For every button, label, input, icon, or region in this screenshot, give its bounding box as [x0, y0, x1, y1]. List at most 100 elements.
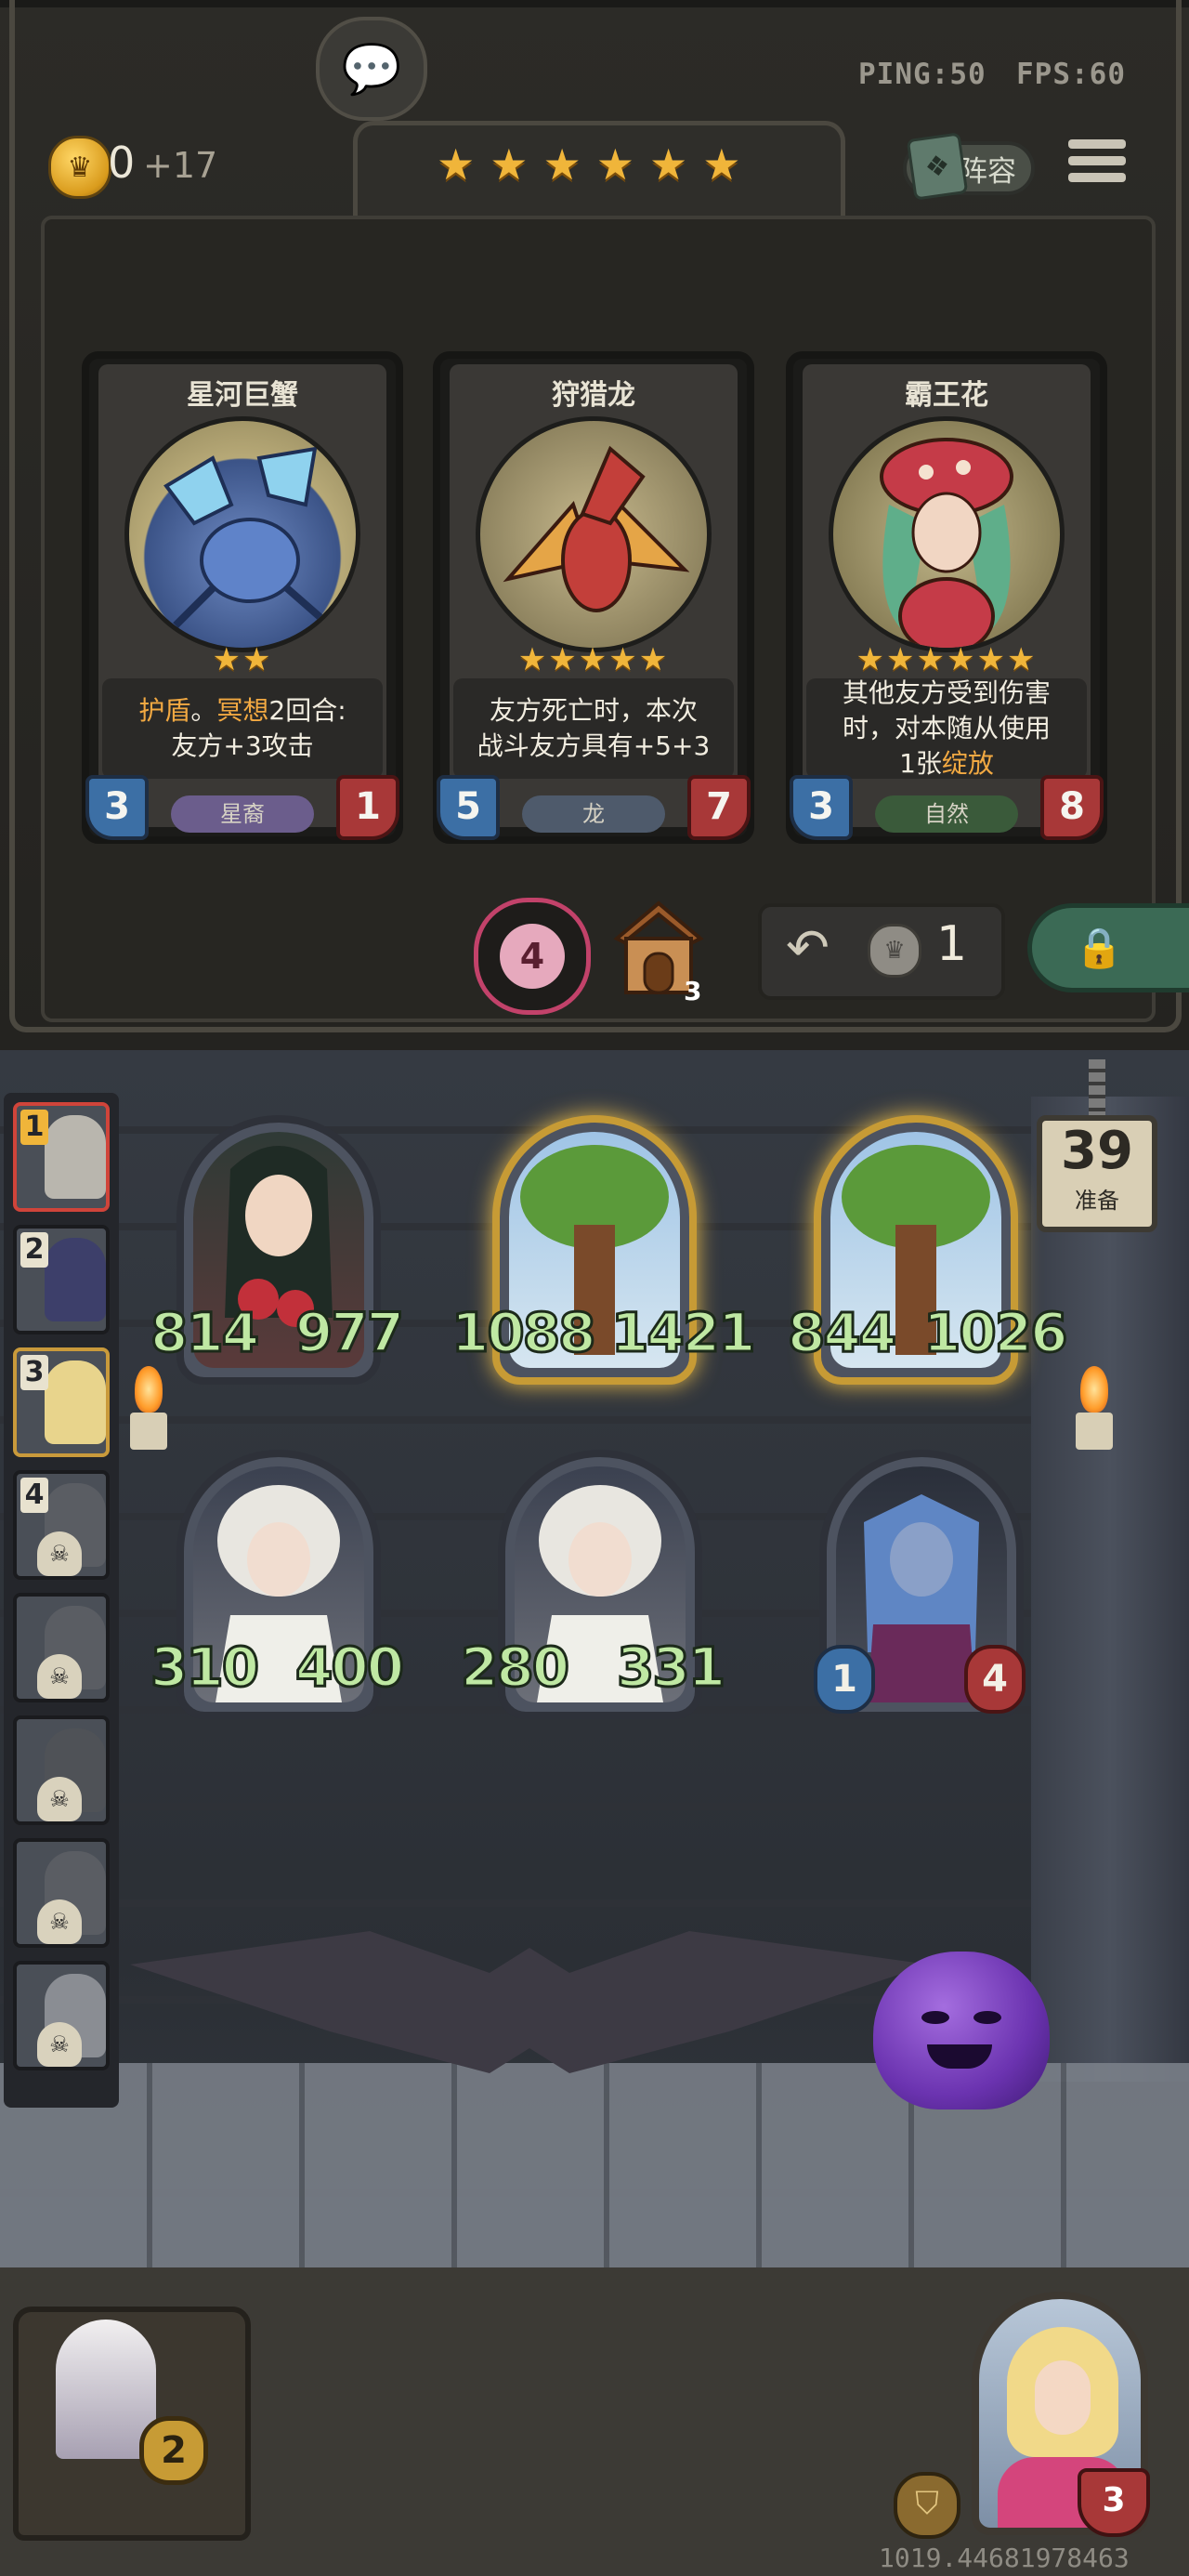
ability-line: 战斗友方具有+5+3	[453, 729, 734, 764]
player-slot[interactable]: 3	[13, 1347, 110, 1457]
player-slot[interactable]: ☠	[13, 1961, 110, 2070]
board-minion[interactable]: 1088 1421	[450, 1115, 757, 1385]
minion-attack: 1088	[450, 1300, 596, 1366]
lock-shop-button[interactable]: 🔒	[1027, 903, 1189, 992]
chat-button[interactable]: 💬	[316, 17, 427, 121]
crab-portrait	[124, 416, 360, 652]
card-ability-text: 友方死亡时，本次 战斗友方具有+5+3	[453, 678, 734, 779]
minion-attack: 310	[149, 1635, 260, 1701]
chat-bubble-icon: 💬	[341, 41, 402, 98]
spell-count: 2	[139, 2416, 208, 2485]
player-portrait	[45, 1115, 106, 1199]
card-name: 星河巨蟹	[187, 379, 298, 412]
shield-icon: ⛉	[915, 2485, 939, 2522]
ability-text: 时，对本随从使用	[842, 713, 1051, 743]
house-count: 3	[684, 976, 702, 1006]
tavern-upgrade-button[interactable]: 4	[474, 898, 591, 1015]
player-rank: 2	[20, 1232, 48, 1268]
ability-text: 友方+3攻击	[171, 730, 314, 761]
card-power: 8	[1040, 775, 1104, 840]
minion-health: 331	[615, 1635, 726, 1701]
ability-keyword: 绽放	[941, 748, 994, 779]
ready-timer: 39 准备	[1037, 1115, 1157, 1232]
gold-income: +17	[143, 145, 218, 186]
skull-icon: ☠	[37, 2022, 82, 2067]
stone-pillar	[1031, 1097, 1189, 2082]
card-tribe: 自然	[875, 795, 1018, 833]
card-power: 1	[336, 775, 399, 840]
hero-power-button[interactable]: ⛉	[894, 2472, 960, 2539]
player-slot[interactable]: ☠	[13, 1838, 110, 1948]
crab-art	[163, 446, 327, 628]
card-stars: ★★★★★	[517, 641, 670, 678]
board-minion[interactable]: 280 331	[459, 1450, 727, 1719]
card-tribe: 星裔	[171, 795, 314, 833]
tavern-star-icon: ★	[490, 139, 529, 190]
player-slot[interactable]: ☠	[13, 1715, 110, 1825]
tavern-star-icon: ★	[702, 139, 741, 190]
menu-icon-bar	[1068, 139, 1126, 149]
ability-text: 其他友方受到伤害	[842, 677, 1051, 708]
ability-text: 战斗友方具有+5+3	[477, 730, 711, 761]
ability-line: 友方死亡时，本次	[453, 693, 734, 729]
board-minion[interactable]: 814 977	[149, 1115, 406, 1385]
ability-text: 2回合:	[268, 695, 346, 726]
board-minion[interactable]: 310 400	[149, 1450, 406, 1719]
menu-icon-bar	[1068, 156, 1126, 165]
slime-pet[interactable]	[873, 1952, 1050, 2109]
ability-line: 其他友方受到伤害	[806, 676, 1087, 711]
minion-attack: 280	[459, 1635, 570, 1701]
coin-icon: ♛	[868, 924, 921, 978]
torch	[121, 1366, 176, 1450]
menu-icon-bar	[1068, 173, 1126, 182]
ability-line: 友方+3攻击	[102, 729, 383, 764]
card-stars: ★★	[212, 641, 273, 678]
ping-readout: PING:50	[858, 58, 986, 91]
lineup-label: 阵容	[959, 154, 1016, 189]
gold-coin-icon: ♛	[48, 136, 111, 199]
card-ability-text: 其他友方受到伤害 时，对本随从使用 1张绽放	[806, 676, 1087, 779]
shop-card[interactable]: 狩猎龙 ★★★★★ 友方死亡时，本次 战斗友方具有+5+3 龙 5 7	[433, 351, 754, 844]
slime-eye	[921, 2011, 949, 2024]
card-stars: ★★★★★★	[856, 641, 1038, 678]
player-slot[interactable]: 1	[13, 1102, 110, 1212]
torch	[1066, 1366, 1122, 1450]
player-rank: 3	[20, 1355, 48, 1390]
card-cost: 3	[790, 775, 853, 840]
tavern-stars: ★ ★ ★ ★ ★ ★	[437, 143, 752, 186]
player-slot[interactable]: 2	[13, 1225, 110, 1334]
player-rank: 1	[20, 1110, 48, 1145]
tavern-star-icon: ★	[649, 139, 688, 190]
ability-text: 1张	[899, 748, 942, 779]
menu-button[interactable]	[1068, 139, 1126, 195]
ability-keyword: 冥想	[216, 695, 269, 726]
skull-icon: ☠	[37, 1899, 82, 1944]
minion-health: 1421	[609, 1300, 756, 1366]
player-portrait	[45, 1238, 106, 1321]
skull-icon: ☠	[37, 1654, 82, 1699]
card-power: 7	[687, 775, 751, 840]
board-minion[interactable]: 844 1026	[786, 1115, 1069, 1385]
player-slot[interactable]: 4 ☠	[13, 1470, 110, 1580]
ability-line: 时，对本随从使用	[806, 711, 1087, 746]
slime-mouth	[927, 2044, 992, 2069]
fps-readout: FPS:60	[1016, 58, 1126, 91]
dragon-art	[503, 445, 690, 612]
hero-health: 3	[1078, 2468, 1150, 2537]
ability-text: 友方死亡时，本次	[489, 695, 698, 726]
ability-line: 护盾。冥想2回合:	[102, 693, 383, 729]
card-tribe: 龙	[522, 795, 665, 833]
tavern-star-icon: ★	[437, 139, 476, 190]
lock-icon: 🔒	[1075, 925, 1124, 970]
torch-flame	[1080, 1366, 1108, 1413]
minion-attack: 844	[786, 1300, 897, 1366]
card-name: 狩猎龙	[552, 379, 635, 412]
shop-card[interactable]: 星河巨蟹 ★★ 护盾。冥想2回合: 友方+3攻击 星裔 3 1	[82, 351, 403, 844]
player-slot[interactable]: ☠	[13, 1593, 110, 1702]
refresh-cost: 1	[936, 916, 968, 972]
torch-candle	[130, 1413, 167, 1450]
board-minion[interactable]: 1 4	[814, 1450, 1026, 1719]
tavern-star-icon: ★	[595, 139, 634, 190]
player-list: 1 2 3 4 ☠ ☠ ☠ ☠ ☠	[4, 1093, 119, 2108]
shop-card[interactable]: 霸王花 ★★★★★★ 其他友方受到伤害 时，对本随从使用 1张绽放 自然 3 8	[786, 351, 1107, 844]
